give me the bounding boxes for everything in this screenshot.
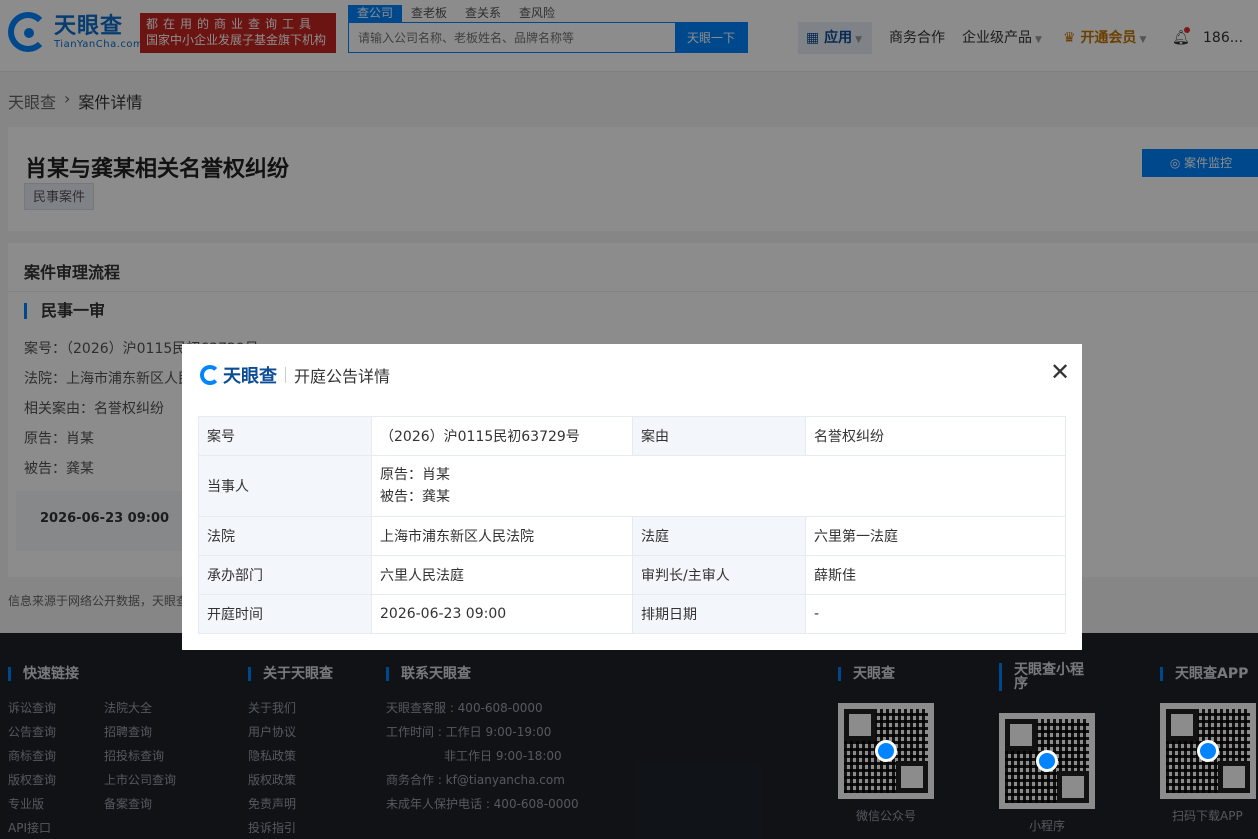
reason-value: 名誉权纠纷: [805, 416, 1066, 456]
judge-label: 审判长/主审人: [632, 555, 806, 595]
divider: [285, 367, 286, 383]
judge-value: 薛斯佳: [805, 555, 1066, 595]
close-icon[interactable]: ✕: [1048, 360, 1072, 384]
table-row: 当事人 原告：肖某 被告：龚某: [198, 455, 1066, 517]
logo-mark-icon: [200, 365, 220, 385]
court-value: 上海市浦东新区人民法院: [371, 516, 633, 556]
party-value: 原告：肖某 被告：龚某: [371, 455, 1066, 517]
hearing-notice-modal: 天眼查 开庭公告详情 ✕ 案号 （2026）沪0115民初63729号 案由 名…: [182, 344, 1082, 650]
table-row: 案号 （2026）沪0115民初63729号 案由 名誉权纠纷: [198, 416, 1066, 456]
defendant-value: 被告：龚某: [380, 489, 450, 505]
modal-logo-text: 天眼查: [223, 366, 277, 387]
plaintiff-value: 原告：肖某: [380, 467, 450, 483]
schedule-label: 排期日期: [632, 594, 806, 634]
court-label: 法院: [198, 516, 372, 556]
table-row: 承办部门 六里人民法庭 审判长/主审人 薛斯佳: [198, 555, 1066, 595]
modal-header: 天眼查 开庭公告详情: [200, 362, 390, 388]
time-value: 2026-06-23 09:00: [371, 594, 633, 634]
reason-label: 案由: [632, 416, 806, 456]
table-row: 开庭时间 2026-06-23 09:00 排期日期 -: [198, 594, 1066, 634]
modal-title: 开庭公告详情: [294, 367, 391, 386]
time-label: 开庭时间: [198, 594, 372, 634]
case-no-value: （2026）沪0115民初63729号: [371, 416, 633, 456]
schedule-value: -: [805, 594, 1066, 634]
table-row: 法院 上海市浦东新区人民法院 法庭 六里第一法庭: [198, 516, 1066, 556]
party-label: 当事人: [198, 455, 372, 517]
room-value: 六里第一法庭: [805, 516, 1066, 556]
hearing-detail-table: 案号 （2026）沪0115民初63729号 案由 名誉权纠纷 当事人 原告：肖…: [198, 416, 1066, 634]
case-no-label: 案号: [198, 416, 372, 456]
room-label: 法庭: [632, 516, 806, 556]
dept-label: 承办部门: [198, 555, 372, 595]
dept-value: 六里人民法庭: [371, 555, 633, 595]
